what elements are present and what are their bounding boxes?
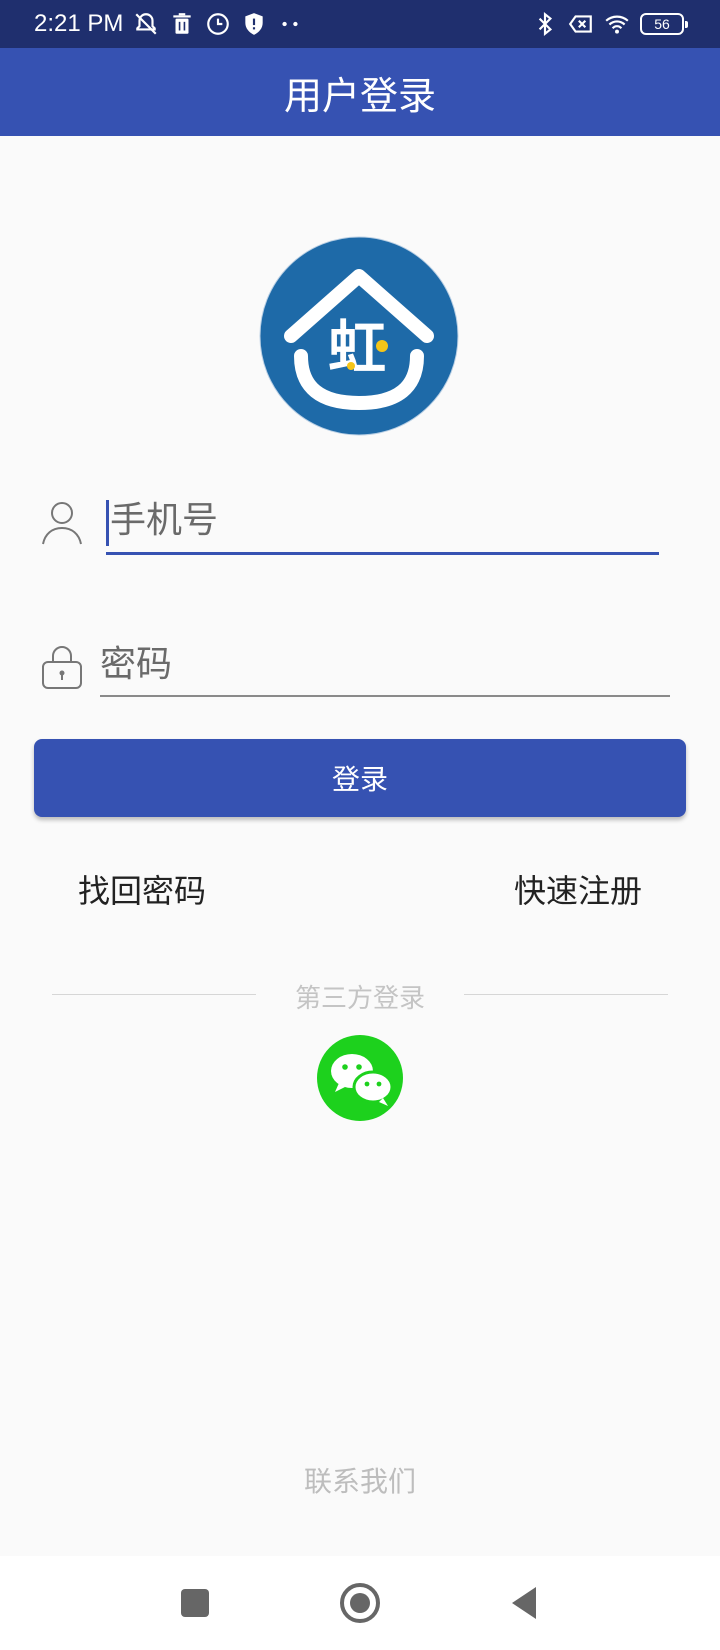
contact-us-link[interactable]: 联系我们 <box>0 1460 720 1500</box>
recents-button[interactable] <box>170 1578 220 1628</box>
third-party-divider: 第三方登录 <box>52 978 668 1014</box>
text-caret <box>106 500 109 546</box>
system-nav-bar <box>0 1556 720 1650</box>
app-bar: 用户登录 <box>0 48 720 136</box>
app-logo: 虹 <box>259 236 459 436</box>
home-button[interactable] <box>335 1578 385 1628</box>
notifications-off-icon <box>133 11 159 37</box>
status-right: 56 <box>532 11 688 37</box>
clock-icon <box>205 11 231 37</box>
wechat-icon <box>317 1035 403 1121</box>
page-title: 用户登录 <box>283 73 436 118</box>
login-button[interactable]: 登录 <box>34 739 686 817</box>
square-icon <box>181 1589 209 1617</box>
status-left: 2:21 PM <box>34 10 303 38</box>
divider-right <box>464 994 668 995</box>
battery-icon: 56 <box>640 13 688 35</box>
wifi-icon <box>604 11 630 37</box>
phone-underline <box>106 552 659 555</box>
password-field <box>40 630 680 710</box>
password-underline <box>100 695 670 697</box>
password-input[interactable] <box>100 634 670 694</box>
shield-icon <box>241 11 267 37</box>
sim-x-icon <box>568 11 594 37</box>
circle-icon <box>340 1583 380 1623</box>
quick-register-link[interactable]: 快速注册 <box>514 866 642 912</box>
status-time: 2:21 PM <box>34 10 124 37</box>
phone-input[interactable] <box>106 490 658 550</box>
phone-field <box>40 490 680 570</box>
battery-level: 56 <box>654 16 670 32</box>
more-dots-icon <box>277 11 303 37</box>
third-party-label: 第三方登录 <box>294 984 425 1014</box>
forgot-password-link[interactable]: 找回密码 <box>78 866 206 912</box>
back-button[interactable] <box>500 1578 550 1628</box>
lock-icon <box>40 642 84 690</box>
status-bar: 2:21 PM 56 <box>0 0 720 48</box>
wechat-login-button[interactable] <box>317 1035 403 1121</box>
back-triangle-icon <box>512 1587 536 1619</box>
trash-icon <box>169 11 195 37</box>
bluetooth-icon <box>532 11 558 37</box>
user-icon <box>40 498 84 546</box>
